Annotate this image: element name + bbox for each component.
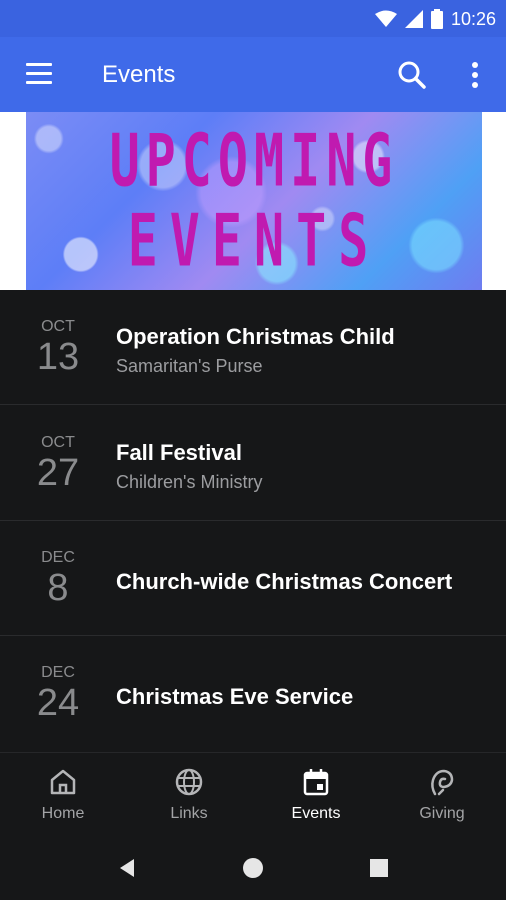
event-day: 24 — [36, 682, 80, 724]
recents-icon — [370, 859, 388, 877]
event-day: 27 — [36, 452, 80, 494]
system-navigation-bar — [0, 836, 506, 900]
home-system-button[interactable] — [237, 852, 269, 884]
event-day: 8 — [47, 567, 69, 609]
calendar-icon — [303, 769, 329, 796]
event-day: 13 — [36, 336, 80, 378]
wifi-icon — [374, 10, 397, 27]
events-list: OCT 13 Operation Christmas Child Samarit… — [0, 290, 506, 752]
recents-button[interactable] — [363, 852, 395, 884]
home-icon — [50, 769, 76, 795]
bottom-navigation: Home Links Events Giving — [0, 752, 506, 836]
home-circle-icon — [243, 858, 263, 878]
banner-image: UPCOMING EVENTS — [26, 112, 482, 290]
menu-button[interactable] — [24, 61, 54, 87]
event-month: DEC — [41, 549, 75, 566]
menu-icon-bar — [26, 72, 52, 75]
event-title: Church-wide Christmas Concert — [116, 569, 453, 594]
nav-giving-label: Giving — [419, 805, 465, 822]
event-item[interactable]: DEC 8 Church-wide Christmas Concert — [0, 521, 506, 636]
back-icon — [120, 859, 134, 877]
event-title: Christmas Eve Service — [116, 684, 354, 709]
giving-icon — [431, 769, 454, 796]
search-button[interactable] — [396, 59, 428, 91]
nav-giving[interactable]: Giving — [379, 753, 505, 837]
nav-home-label: Home — [41, 805, 85, 822]
battery-icon — [430, 9, 443, 29]
more-vert-icon — [472, 62, 478, 88]
event-title: Operation Christmas Child — [116, 324, 395, 349]
event-item[interactable]: OCT 13 Operation Christmas Child Samarit… — [0, 290, 506, 405]
event-month: DEC — [41, 664, 75, 681]
nav-home[interactable]: Home — [0, 753, 126, 837]
status-time: 10:26 — [450, 8, 496, 29]
event-month: OCT — [41, 318, 75, 335]
page-title: Events — [102, 61, 176, 88]
nav-events-label: Events — [291, 805, 341, 822]
signal-icon — [404, 10, 423, 28]
event-subtitle: Children's Ministry — [116, 472, 263, 492]
back-button[interactable] — [112, 852, 144, 884]
nav-events[interactable]: Events — [253, 753, 379, 837]
event-item[interactable]: DEC 24 Christmas Eve Service — [0, 636, 506, 751]
status-bar: 10:26 — [0, 0, 506, 37]
event-month: OCT — [41, 434, 75, 451]
status-icons: 10:26 — [374, 7, 496, 31]
nav-links-label: Links — [170, 805, 208, 822]
search-icon — [398, 61, 426, 89]
event-item[interactable]: OCT 27 Fall Festival Children's Ministry — [0, 406, 506, 521]
banner-line-1: UPCOMING — [109, 118, 399, 204]
globe-icon — [175, 768, 203, 796]
overflow-menu-button[interactable] — [464, 59, 486, 91]
app-bar: Events — [0, 37, 506, 112]
banner-line-2: EVENTS — [127, 198, 381, 284]
menu-icon-bar — [26, 81, 52, 84]
menu-icon-bar — [26, 63, 52, 66]
nav-links[interactable]: Links — [126, 753, 252, 837]
event-subtitle: Samaritan's Purse — [116, 356, 263, 376]
event-title: Fall Festival — [116, 440, 242, 465]
events-banner: UPCOMING EVENTS — [0, 112, 506, 290]
